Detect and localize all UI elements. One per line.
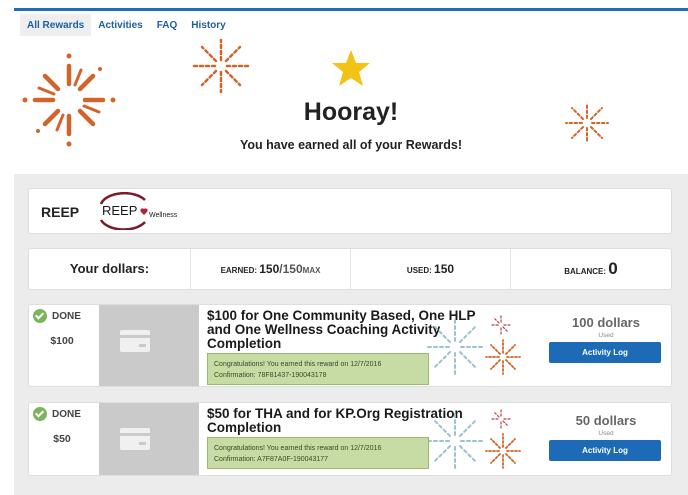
reward-card: DONE $100 $100 for One Community Based, … (28, 304, 672, 387)
status-label: DONE (52, 408, 81, 420)
card-icon (120, 428, 150, 450)
logo-text: REEP (102, 203, 137, 218)
confirmation-text: Confirmation: 78F81437-190043178 (214, 372, 327, 379)
reward-used-label: Used (598, 430, 614, 437)
hero-title: Hooray! (303, 98, 399, 126)
earned-cell: EARNED: 150/150MAX (191, 249, 351, 289)
reward-used-label: Used (598, 332, 614, 339)
rewards-page: All Rewards Activities FAQ History Hoora… (0, 0, 688, 495)
hero-subtitle: You have earned all of your Rewards! (239, 138, 463, 152)
balance-label: BALANCE: (564, 267, 607, 276)
status-label: DONE (52, 310, 81, 322)
star-icon (332, 50, 370, 86)
done-status: DONE (33, 407, 81, 421)
dollars-summary: Your dollars: EARNED: 150/150MAX USED: 1… (28, 248, 672, 290)
tab-all-rewards[interactable]: All Rewards (20, 14, 92, 36)
firework-icon (426, 314, 521, 376)
reward-summary: 50 dollars Used Activity Log (549, 413, 663, 461)
balance-value: 0 (608, 259, 618, 278)
earned-max: 150 (282, 262, 303, 276)
logo-subtext: Wellness (149, 212, 178, 219)
earned-label: EARNED: (220, 266, 258, 275)
tab-history[interactable]: History (184, 14, 232, 36)
check-icon (33, 407, 47, 421)
program-label: REEP (41, 204, 80, 220)
confirmation-text: Confirmation: A7F87A0F-190043177 (214, 456, 329, 463)
check-icon (33, 309, 47, 323)
card-icon (120, 330, 150, 352)
firework-icon (426, 408, 521, 470)
earned-max-suffix: MAX (302, 266, 321, 275)
congrats-box: Congratulations! You earned this reward … (207, 437, 429, 469)
activity-log-button[interactable]: Activity Log (549, 440, 661, 461)
reward-amount: $50 (53, 433, 71, 445)
used-cell: USED: 150 (351, 249, 511, 289)
hero-banner: Hooray! You have earned all of your Rewa… (14, 36, 688, 174)
your-dollars-label: Your dollars: (29, 249, 191, 289)
congrats-box: Congratulations! You earned this reward … (207, 353, 429, 385)
tab-faq[interactable]: FAQ (150, 14, 185, 36)
reward-amount: $100 (50, 335, 74, 347)
tab-activities[interactable]: Activities (91, 14, 149, 36)
heart-icon (140, 208, 148, 215)
congrats-text: Congratulations! You earned this reward … (214, 361, 382, 368)
firework-icon (191, 38, 251, 94)
reward-dollars: 100 dollars (572, 315, 640, 330)
program-card: REEP REEP Wellness (28, 188, 672, 234)
congrats-text: Congratulations! You earned this reward … (214, 445, 382, 452)
earned-value: 150 (259, 262, 280, 276)
done-status: DONE (33, 309, 81, 323)
reward-card: DONE $50 $50 for THA and for KP.Org Regi… (28, 402, 672, 476)
reward-thumbnail (99, 305, 199, 386)
used-value: 150 (434, 262, 455, 276)
reward-thumbnail (99, 403, 199, 475)
reward-summary: 100 dollars Used Activity Log (549, 315, 663, 363)
top-accent-bar (14, 8, 688, 11)
reep-logo: REEP Wellness (99, 192, 178, 230)
reward-tabs: All Rewards Activities FAQ History (20, 14, 233, 36)
used-label: USED: (406, 266, 432, 275)
balance-cell: BALANCE: 0 (511, 249, 671, 289)
activity-log-button[interactable]: Activity Log (549, 342, 661, 363)
reward-dollars: 50 dollars (575, 413, 637, 428)
